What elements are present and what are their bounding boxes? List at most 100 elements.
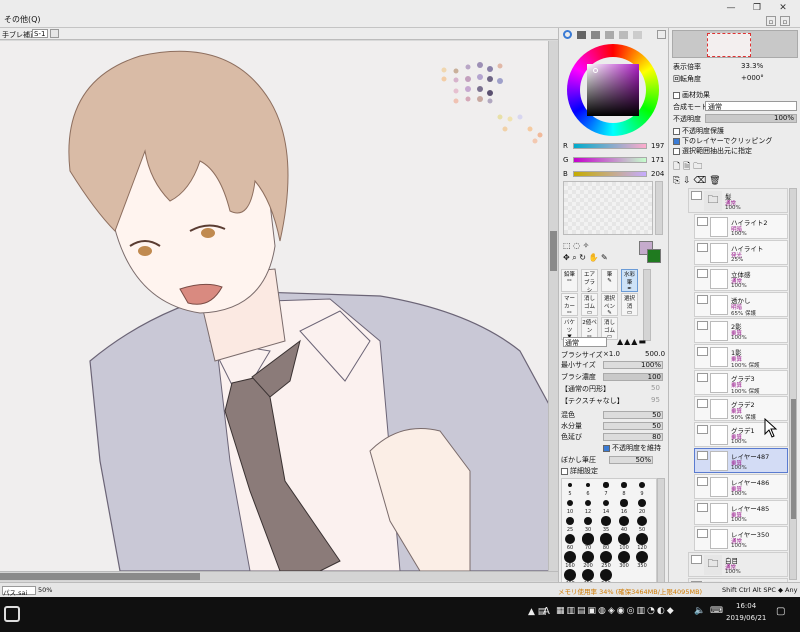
tray-app-icons[interactable]: ▦▥▤▣◍◈◉◎▥◔◐◆: [556, 606, 676, 616]
brush-size-dot[interactable]: [564, 551, 576, 563]
tool-grid-scroll[interactable]: [643, 269, 651, 341]
eye-icon[interactable]: [697, 269, 708, 278]
layer-item[interactable]: グラデ3 乗算 100% 保護: [694, 370, 788, 395]
effects-toggle[interactable]: 画材効果: [673, 90, 710, 100]
notification-icon[interactable]: ▢: [776, 606, 785, 617]
eye-icon[interactable]: [697, 243, 708, 252]
brush-size-dot[interactable]: [636, 515, 648, 527]
close-icon[interactable]: ✕: [774, 2, 792, 14]
tool-select-eraser[interactable]: 選択消 ▭: [621, 293, 638, 316]
move-icon[interactable]: ✥: [563, 253, 570, 262]
eye-icon[interactable]: [697, 399, 708, 408]
brush-size-scroll[interactable]: [657, 478, 665, 590]
eye-icon[interactable]: [697, 373, 708, 382]
select-rect-icon[interactable]: ⬚: [563, 241, 571, 250]
canvas-vscroll-thumb[interactable]: [550, 231, 557, 271]
tool-brush[interactable]: 筆 ✎: [601, 269, 618, 292]
tool-marker[interactable]: マーカー ✏: [561, 293, 578, 316]
selection-source-checkbox[interactable]: 選択範囲抽出元に指定: [673, 146, 752, 156]
menu-other[interactable]: その他(Q): [4, 14, 41, 25]
eye-icon[interactable]: [697, 503, 708, 512]
panel-close-icon[interactable]: ▫: [780, 16, 790, 26]
canvas[interactable]: [0, 41, 558, 571]
brush-size-dot[interactable]: [620, 499, 628, 507]
blur-slider[interactable]: 50%: [609, 456, 653, 464]
swatch-icon[interactable]: [619, 31, 628, 39]
restore-icon[interactable]: ❐: [748, 2, 766, 14]
layer-item[interactable]: 透かし 明暗 65% 保護: [694, 292, 788, 317]
layer-item[interactable]: 2影 乗算 100%: [694, 318, 788, 343]
layer-item[interactable]: レイヤー487 乗算 100%: [694, 448, 788, 473]
brush-size-dot[interactable]: [618, 533, 630, 545]
zoom-value[interactable]: 33.3%: [741, 62, 763, 70]
hsv-slider-icon[interactable]: [591, 31, 600, 39]
ime-indicator[interactable]: A: [543, 606, 550, 617]
brush-size-dot[interactable]: [618, 551, 630, 563]
brush-texture[interactable]: 【テクスチャなし】: [561, 396, 624, 406]
brush-size-dot[interactable]: [564, 569, 576, 581]
g-slider[interactable]: [573, 157, 647, 163]
layer-item[interactable]: ハイライト2 明暗 100%: [694, 214, 788, 239]
canvas-vscroll[interactable]: [548, 41, 558, 571]
layer-item[interactable]: レイヤー486 乗算 100%: [694, 474, 788, 499]
tool-eraser[interactable]: 消しゴム ▭: [581, 293, 598, 316]
brush-size-dot[interactable]: [583, 516, 593, 526]
details-toggle[interactable]: 詳細設定: [561, 466, 598, 476]
brush-size-dot[interactable]: [600, 533, 612, 545]
eye-icon[interactable]: [697, 477, 708, 486]
tool-select-pen[interactable]: 選択ペン ✎: [601, 293, 618, 316]
stabilizer-select[interactable]: S-1: [32, 29, 48, 38]
brush-size-dot[interactable]: [619, 516, 629, 526]
layer-item[interactable]: レイヤー350 通常 100%: [694, 526, 788, 551]
brush-size-dot[interactable]: [639, 482, 645, 488]
canvas-hscroll[interactable]: [0, 571, 558, 581]
min-size-slider[interactable]: 100%: [603, 361, 663, 369]
layer-folder[interactable]: 🗀 髪通常 100%: [688, 188, 788, 213]
stabilizer-dropdown-icon[interactable]: [50, 29, 59, 38]
brush-size-dot[interactable]: [582, 533, 594, 545]
mix-slider[interactable]: 50: [603, 411, 663, 419]
eye-icon[interactable]: [697, 451, 708, 460]
brush-size-dot[interactable]: [565, 516, 575, 526]
brush-size-dot[interactable]: [564, 533, 576, 545]
color-picker-cursor[interactable]: [593, 68, 598, 73]
new-folder-icon[interactable]: 🗀: [693, 162, 702, 172]
clock-date[interactable]: 2019/06/21: [726, 614, 766, 622]
brush-size-dot[interactable]: [567, 500, 573, 506]
persist-slider[interactable]: 80: [603, 433, 663, 441]
eye-icon[interactable]: [697, 347, 708, 356]
app-icon[interactable]: [4, 606, 20, 622]
clock-time[interactable]: 16:04: [736, 602, 756, 610]
water-slider[interactable]: 50: [603, 422, 663, 430]
document-tab[interactable]: パス.sai: [2, 586, 36, 597]
protect-opacity-checkbox[interactable]: 不透明度保護: [673, 126, 724, 136]
magic-wand-icon[interactable]: ✧: [583, 241, 590, 250]
merge-down-icon[interactable]: ⇩: [683, 176, 691, 186]
eye-icon[interactable]: [697, 217, 708, 226]
speaker-icon[interactable]: 🔈: [694, 606, 705, 616]
brush-mode-select[interactable]: 通常: [563, 337, 607, 347]
brush-size-dot[interactable]: [636, 551, 648, 563]
brush-size-dot[interactable]: [567, 482, 573, 488]
copy-layer-icon[interactable]: ⎘: [673, 176, 680, 186]
brush-size-dot[interactable]: [582, 551, 594, 563]
blend-select[interactable]: 通常: [705, 101, 797, 111]
layer-folder[interactable]: 🗀 白目 通常 100%: [688, 552, 788, 577]
brush-size-dot[interactable]: [584, 499, 592, 507]
density-slider[interactable]: 100: [603, 373, 663, 381]
brush-size-dot[interactable]: [603, 482, 609, 488]
zoom-icon[interactable]: ⌕: [572, 253, 576, 262]
eye-icon[interactable]: [697, 425, 708, 434]
brush-shape[interactable]: 【通常の円形】: [561, 384, 610, 394]
layer-scroll[interactable]: [789, 188, 797, 580]
mixer-icon[interactable]: [605, 31, 614, 39]
layer-item[interactable]: 1影 乗算 100% 保護: [694, 344, 788, 369]
brush-size-dot[interactable]: [582, 569, 594, 581]
eye-icon[interactable]: [697, 529, 708, 538]
tool-pencil[interactable]: 鉛筆 ✏: [561, 269, 578, 292]
opacity-slider[interactable]: 100%: [705, 114, 797, 123]
brush-size-dot[interactable]: [638, 499, 646, 507]
tool-watercolor[interactable]: 水彩筆 ✒: [621, 269, 638, 292]
scratchpad[interactable]: [563, 181, 653, 235]
color-wheel[interactable]: [567, 44, 659, 136]
